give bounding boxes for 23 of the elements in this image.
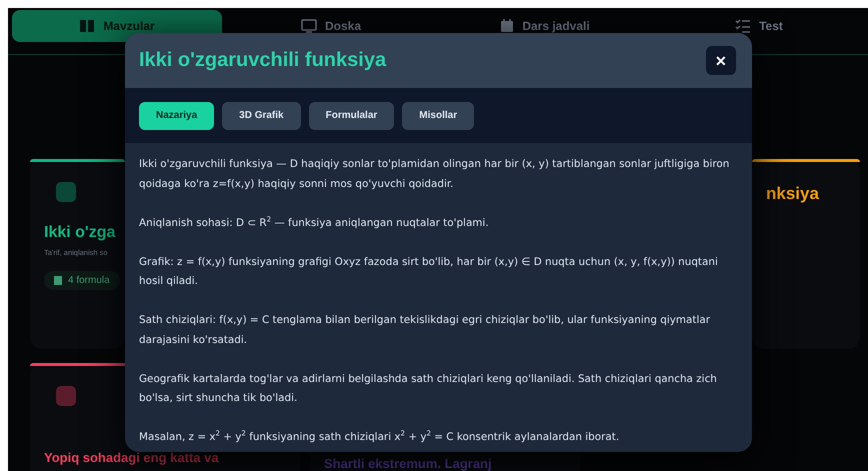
theory-paragraph: Masalan, z = x$^{2}$ + y$^{2}$ funksiyaning sath chiziqlari x$^{2}$ + y$^{2}$ = C konsentrik aylanalardan iborat. xyxy=(139,428,620,445)
formula-count-chip: 4 formula xyxy=(44,271,120,290)
list-icon xyxy=(735,19,752,33)
theory-paragraph: Grafik: z = f(x,y) funksiyaning grafigi Oxyz fazoda sirt bo'lib, har bir (x,y) ∈ D nuqta uchun (x, y, f(x,y)) nuqtani hosil qiladi. xyxy=(139,254,719,289)
topic-card[interactable]: nksiya xyxy=(752,159,860,349)
modal-tab[interactable]: Nazariya xyxy=(139,102,214,130)
nav-tab[interactable]: Test xyxy=(654,10,864,42)
board-icon xyxy=(300,19,317,33)
modal-tab[interactable]: Formulalar xyxy=(308,102,394,130)
theory-paragraph: Ikki o'zgaruvchili funksiya — D haqiqiy sonlar to'plamidan olingan har bir (x, y) tartiblangan sonlar juftligiga biron qoidaga ko'ra z=f(x,y) haqiqiy sonni mos qo'yuvchi qoidadir. xyxy=(139,157,730,192)
modal-title: Ikki o'zgaruvchili funksiya xyxy=(139,49,386,72)
card-title: nksiya xyxy=(766,184,819,204)
card-title: Shartli ekstremum. Lagranj xyxy=(324,456,492,471)
modal-tab[interactable]: 3D Grafik xyxy=(222,102,301,130)
close-button[interactable]: ✕ xyxy=(706,46,736,75)
card-title: Ikki o'zga xyxy=(44,224,116,242)
book-icon xyxy=(79,19,96,33)
card-title: Yopiq sohadagi eng katta va xyxy=(44,450,219,465)
theory-paragraph: Aniqlanish sohasi: D ⊂ R$^{2}$ — funksiya aniqlangan nuqtalar to'plami. xyxy=(139,214,490,230)
modal-tab[interactable]: Misollar xyxy=(402,102,474,130)
calendar-icon xyxy=(500,19,514,33)
theory-paragraph: Sath chiziqlari: f(x,y) = C tenglama bilan berilgan tekislikdagi egri chiziqlar bo'lib, ular funksiyaning qiymatlar darajasini ko'rsatadi. xyxy=(139,313,711,348)
theory-paragraph: Geografik kartalarda tog'lar va adirlarni belgilashda sath chiziqlari keng qo'llaniladi. Sath chiziqlari qancha zich bo'lsa, sirt shuncha tik bo'ladi. xyxy=(139,372,718,406)
